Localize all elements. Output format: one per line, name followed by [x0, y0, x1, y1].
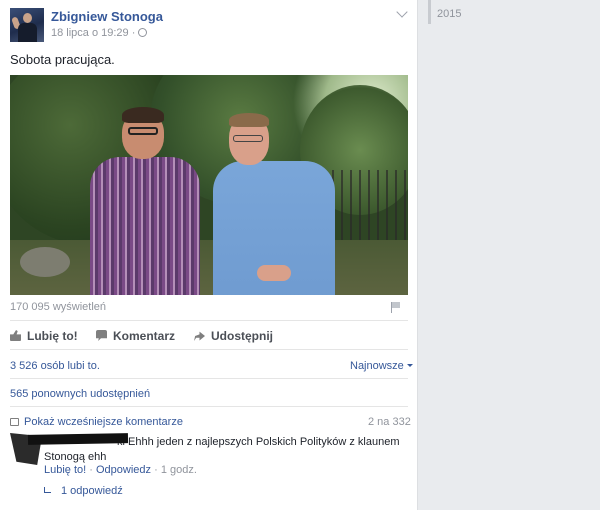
video-player[interactable]: [10, 75, 408, 295]
author-name[interactable]: Zbigniew Stonoga: [51, 9, 163, 24]
show-previous-comments-link[interactable]: Pokaż wcześniejsze komentarze: [10, 416, 183, 428]
like-button[interactable]: Lubię to!: [10, 329, 78, 343]
comment-line-2: Stonogą ehh: [44, 451, 107, 463]
divider: [10, 320, 408, 321]
divider: [10, 406, 408, 407]
caret-down-icon: [406, 364, 413, 367]
comment-icon: [96, 330, 107, 341]
share-icon: [194, 331, 205, 341]
globe-icon: [138, 28, 148, 37]
divider: [10, 378, 408, 379]
redaction-mark: [27, 433, 129, 445]
comment-button[interactable]: Komentarz: [96, 329, 175, 343]
flag-icon[interactable]: [391, 302, 400, 313]
view-count: 170 095 wyświetleń: [10, 301, 107, 313]
divider: [10, 349, 408, 350]
replies-label: 1 odpowiedź: [61, 485, 123, 497]
comment-time[interactable]: 1 godz.: [161, 464, 197, 476]
post-text: Sobota pracująca.: [10, 52, 115, 67]
post-timestamp[interactable]: 18 lipca o 19:29 ·: [51, 27, 135, 39]
comment-page-count: 2 na 332: [368, 416, 411, 428]
comment-label: Komentarz: [113, 329, 176, 343]
comment-reply-link[interactable]: Odpowiedz: [96, 464, 151, 476]
comment-like-link[interactable]: Lubię to!: [44, 464, 86, 476]
share-button[interactable]: Udostępnij: [194, 329, 273, 343]
shares-summary[interactable]: 565 ponownych udostępnień: [10, 388, 150, 400]
like-label: Lubię to!: [27, 329, 78, 343]
separator: ·: [151, 464, 161, 476]
post-meta: 18 lipca o 19:29 ·: [51, 27, 148, 39]
comment-line-1: Ehhh jeden z najlepszych Polskich Polity…: [128, 436, 400, 448]
reply-arrow-icon: [44, 487, 51, 493]
author-avatar[interactable]: [10, 8, 44, 42]
timeline-year-link[interactable]: 2015: [437, 8, 461, 20]
separator: ·: [86, 464, 96, 476]
likes-summary[interactable]: 3 526 osób lubi to.: [10, 360, 100, 372]
chevron-down-icon[interactable]: [396, 6, 408, 18]
comment-actions: Lubię to! · Odpowiedz · 1 godz.: [44, 464, 197, 476]
comment-bubble-icon: [10, 418, 19, 426]
timeline-bar: [428, 0, 431, 24]
replies-link[interactable]: 1 odpowiedź: [44, 485, 123, 497]
video-person-right: [205, 113, 335, 295]
post-card: Zbigniew Stonoga 18 lipca o 19:29 · Sobo…: [0, 0, 418, 510]
sort-dropdown[interactable]: Najnowsze: [350, 360, 413, 372]
video-person-left: [82, 107, 207, 295]
sort-label: Najnowsze: [350, 360, 404, 372]
show-previous-label: Pokaż wcześniejsze komentarze: [24, 416, 183, 428]
thumbs-up-icon: [10, 330, 21, 341]
share-label: Udostępnij: [211, 329, 273, 343]
